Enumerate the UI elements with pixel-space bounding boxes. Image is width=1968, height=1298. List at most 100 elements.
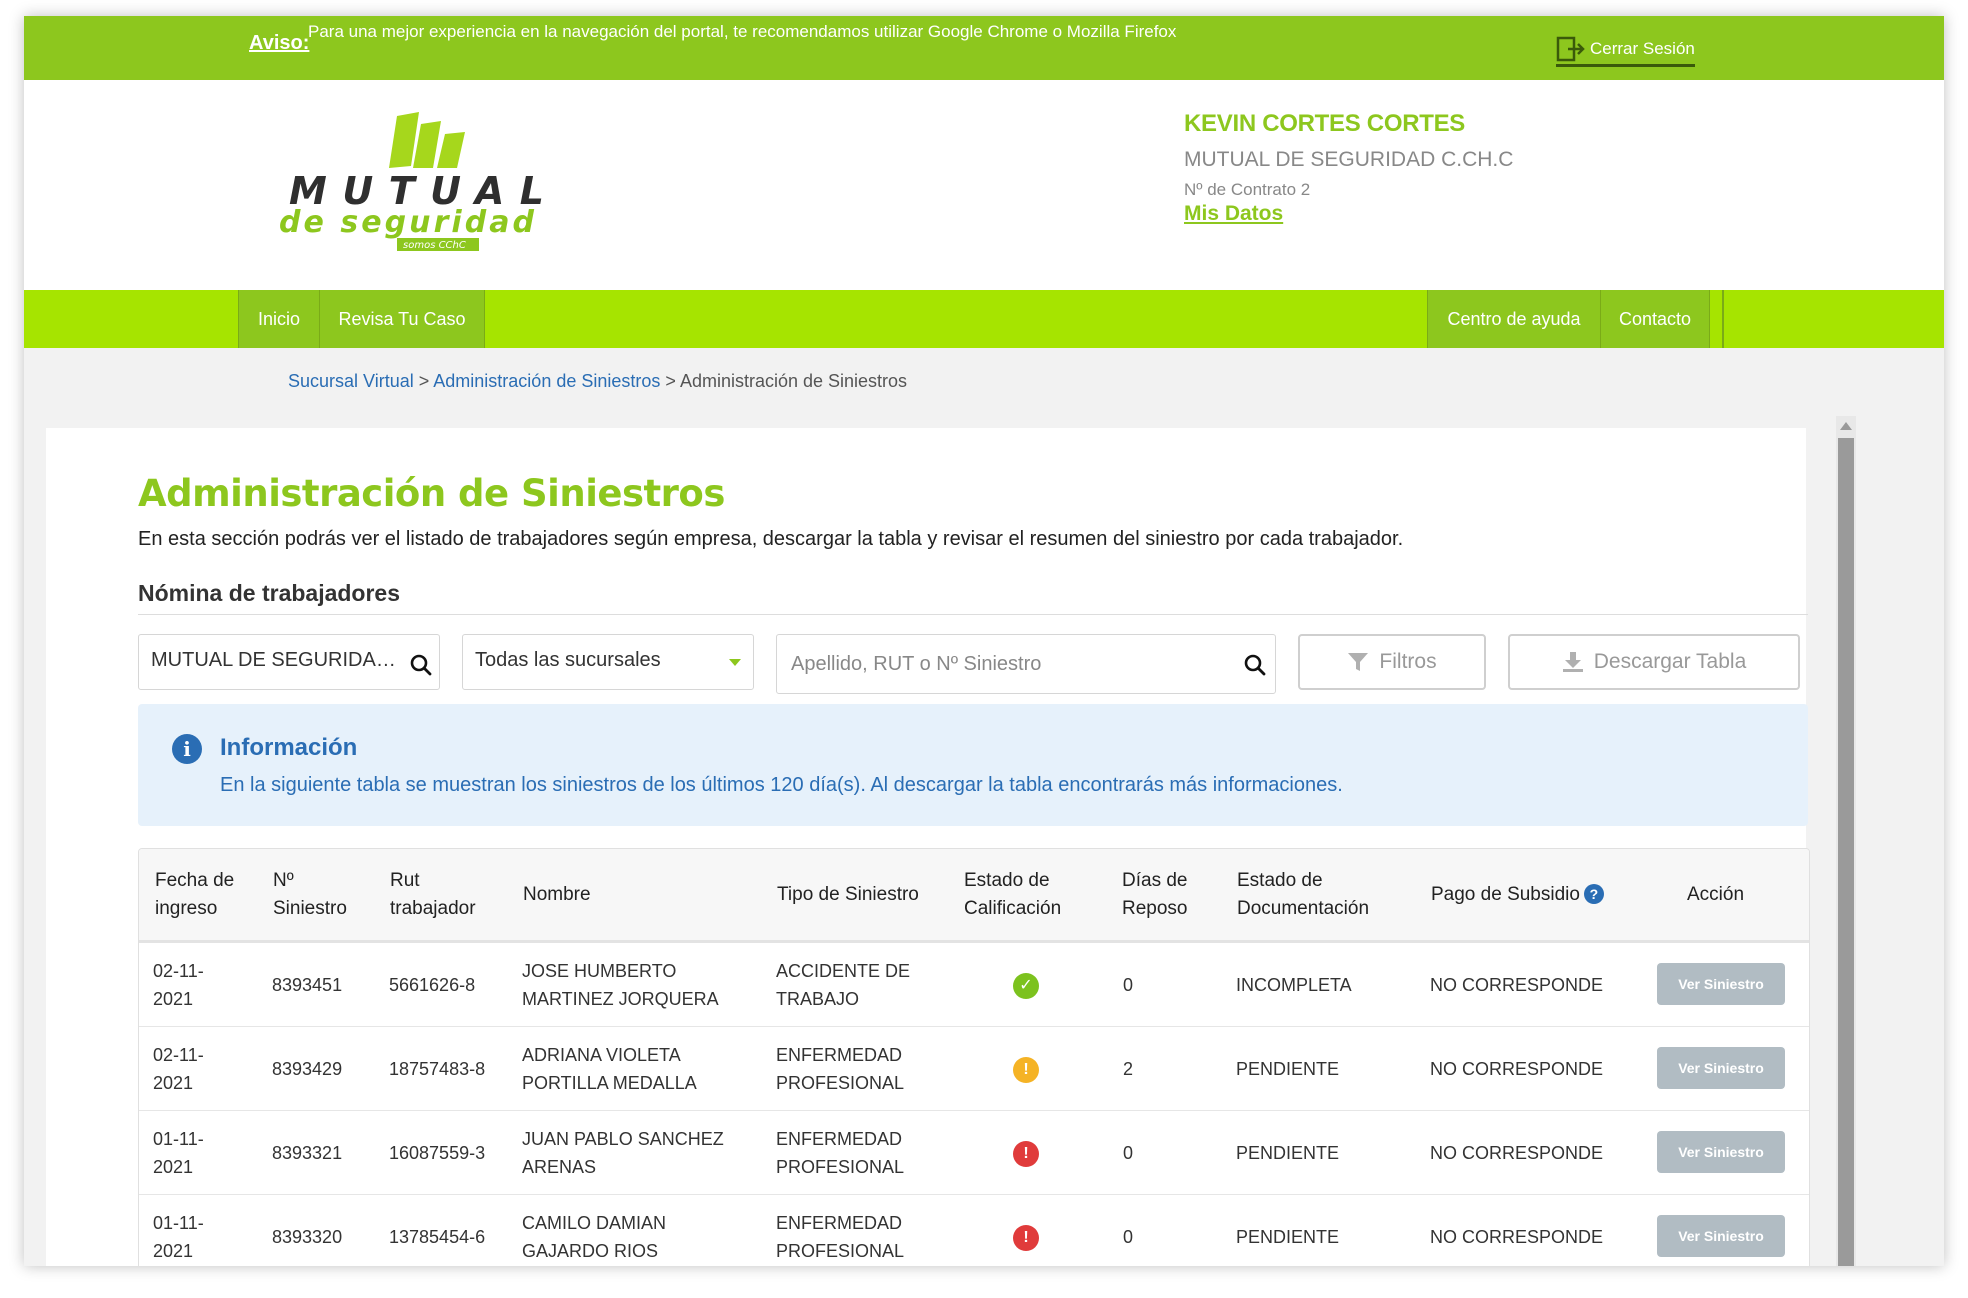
header-calificacion[interactable]: Estado de Calificación [964, 867, 1061, 923]
cell-rut: 5661626-8 [389, 975, 476, 995]
download-icon [1562, 652, 1583, 672]
browser-window: Aviso: Para una mejor experiencia en la … [24, 16, 1944, 1266]
logout-label: Cerrar Sesión [1590, 39, 1695, 58]
header-tipo[interactable]: Tipo de Siniestro [777, 881, 919, 909]
nav-item-inicio[interactable]: Inicio [238, 290, 320, 348]
cell-subsidio: NO CORRESPONDE [1430, 975, 1604, 995]
cell-siniestro: 8393320 [272, 1227, 343, 1247]
error-icon: ! [1013, 1225, 1039, 1251]
notice-bar: Aviso: Para una mejor experiencia en la … [24, 16, 1944, 80]
view-claim-button[interactable]: Ver Siniestro [1657, 1215, 1785, 1257]
header-subsidio[interactable]: Pago de Subsidio? [1431, 881, 1604, 909]
cell-siniestro: 8393451 [272, 975, 343, 995]
cell-siniestro: 8393321 [272, 1143, 343, 1163]
view-claim-button[interactable]: Ver Siniestro [1657, 1047, 1785, 1089]
page-scrollbar[interactable] [1836, 416, 1856, 1266]
cell-tipo: ENFERMEDAD PROFESIONAL [776, 1213, 905, 1261]
check-icon: ✓ [1013, 973, 1039, 999]
cell-nombre: JOSE HUMBERTO MARTINEZ JORQUERA [522, 961, 719, 1009]
my-data-link[interactable]: Mis Datos [1184, 202, 1283, 226]
cell-reposo: 0 [1123, 1143, 1134, 1163]
scrollbar-thumb[interactable] [1838, 438, 1854, 1266]
info-box: i Información En la siguiente tabla se m… [138, 704, 1808, 826]
company-select-value: MUTUAL DE SEGURIDAD C.CH.C [151, 649, 401, 671]
view-claim-button[interactable]: Ver Siniestro [1657, 1131, 1785, 1173]
help-icon[interactable]: ? [1583, 884, 1604, 904]
breadcrumb-separator: > [418, 371, 430, 391]
nav-item-revisa-tu-caso[interactable]: Revisa Tu Caso [319, 290, 485, 348]
cell-tipo: ENFERMEDAD PROFESIONAL [776, 1045, 905, 1093]
header-siniestro[interactable]: Nº Siniestro [273, 867, 347, 923]
table-row: 02-11- 2021 8393429 18757483-8 ADRIANA V… [139, 1027, 1809, 1111]
header-rut[interactable]: Rut trabajador [390, 867, 476, 923]
filter-icon [1348, 653, 1369, 671]
search-icon[interactable] [1243, 653, 1267, 677]
header-fecha[interactable]: Fecha de ingreso [155, 867, 234, 923]
header-documentacion[interactable]: Estado de Documentación [1237, 867, 1369, 923]
view-claim-button[interactable]: Ver Siniestro [1657, 963, 1785, 1005]
error-icon: ! [1013, 1141, 1039, 1167]
cell-subsidio: NO CORRESPONDE [1430, 1059, 1604, 1079]
cell-nombre: ADRIANA VIOLETA PORTILLA MEDALLA [522, 1045, 697, 1093]
breadcrumb-item-administracion[interactable]: Administración de Siniestros [433, 371, 660, 391]
nav-item-contacto[interactable]: Contacto [1600, 290, 1710, 348]
section-title: Nómina de trabajadores [138, 580, 401, 606]
header-reposo[interactable]: Días de Reposo [1122, 867, 1188, 923]
filters-button-label: Filtros [1379, 650, 1437, 673]
cell-fecha: 01-11- 2021 [153, 1129, 204, 1177]
nav-item-centro-de-ayuda[interactable]: Centro de ayuda [1427, 290, 1601, 348]
filters-button[interactable]: Filtros [1298, 634, 1486, 690]
section-divider [138, 614, 1808, 615]
page-description: En esta sección podrás ver el listado de… [138, 528, 1404, 550]
cell-fecha: 02-11- 2021 [153, 1045, 204, 1093]
worker-search-box [776, 634, 1276, 694]
cell-tipo: ACCIDENTE DE TRABAJO [776, 961, 911, 1009]
page-title: Administración de Siniestros [138, 472, 725, 515]
branch-select[interactable]: Todas las sucursales [462, 634, 754, 690]
download-table-button[interactable]: Descargar Tabla [1508, 634, 1800, 690]
mutual-logo[interactable]: MUTUAL de seguridad somos CChC [279, 106, 549, 256]
cell-rut: 13785454-6 [389, 1227, 486, 1247]
worker-search-input[interactable] [791, 645, 1211, 683]
breadcrumb-item-current: Administración de Siniestros [679, 371, 908, 391]
warning-icon: ! [1013, 1057, 1039, 1083]
info-icon: i [172, 734, 202, 764]
logout-icon [1556, 36, 1585, 62]
cell-documentacion: PENDIENTE [1236, 1227, 1340, 1247]
user-company: MUTUAL DE SEGURIDAD C.CH.C [1184, 148, 1514, 171]
cell-documentacion: INCOMPLETA [1236, 975, 1352, 995]
branch-select-value: Todas las sucursales [475, 649, 661, 671]
user-name: KEVIN CORTES CORTES [1184, 110, 1465, 137]
breadcrumb-separator: > [665, 371, 676, 391]
table-row: 01-11- 2021 8393320 13785454-6 CAMILO DA… [139, 1195, 1809, 1266]
info-title: Información [220, 734, 358, 761]
cell-fecha: 01-11- 2021 [153, 1213, 204, 1261]
cell-subsidio: NO CORRESPONDE [1430, 1143, 1604, 1163]
logo-text-tagline: somos CChC [403, 240, 466, 251]
notice-text: Para una mejor experiencia en la navegac… [308, 22, 1177, 41]
claims-table: Fecha de ingreso Nº Siniestro Rut trabaj… [138, 848, 1810, 1266]
cell-reposo: 0 [1123, 1227, 1134, 1247]
scroll-up-icon[interactable] [1840, 422, 1852, 430]
breadcrumb-item-sucursal[interactable]: Sucursal Virtual [288, 371, 414, 391]
cell-tipo: ENFERMEDAD PROFESIONAL [776, 1129, 905, 1177]
cell-rut: 16087559-3 [389, 1143, 486, 1163]
cell-siniestro: 8393429 [272, 1059, 343, 1079]
cell-reposo: 0 [1123, 975, 1134, 995]
chevron-down-icon [729, 659, 741, 666]
content-card: Administración de Siniestros En esta sec… [46, 428, 1810, 1266]
search-icon[interactable] [409, 653, 433, 677]
cell-reposo: 2 [1123, 1059, 1134, 1079]
nav-divider [1722, 290, 1724, 348]
company-search-select[interactable]: MUTUAL DE SEGURIDAD C.CH.C [138, 634, 440, 690]
logout-button[interactable]: Cerrar Sesión [1556, 36, 1695, 67]
table-row: 01-11- 2021 8393321 16087559-3 JUAN PABL… [139, 1111, 1809, 1195]
cell-fecha: 02-11- 2021 [153, 961, 204, 1009]
cell-documentacion: PENDIENTE [1236, 1143, 1340, 1163]
cell-subsidio: NO CORRESPONDE [1430, 1227, 1604, 1247]
header-nombre[interactable]: Nombre [523, 881, 591, 909]
header-accion: Acción [1687, 884, 1745, 905]
header: MUTUAL de seguridad somos CChC KEVIN COR… [24, 80, 1944, 306]
cell-nombre: CAMILO DAMIAN GAJARDO RIOS [522, 1213, 667, 1261]
info-text: En la siguiente tabla se muestran los si… [220, 774, 1343, 796]
